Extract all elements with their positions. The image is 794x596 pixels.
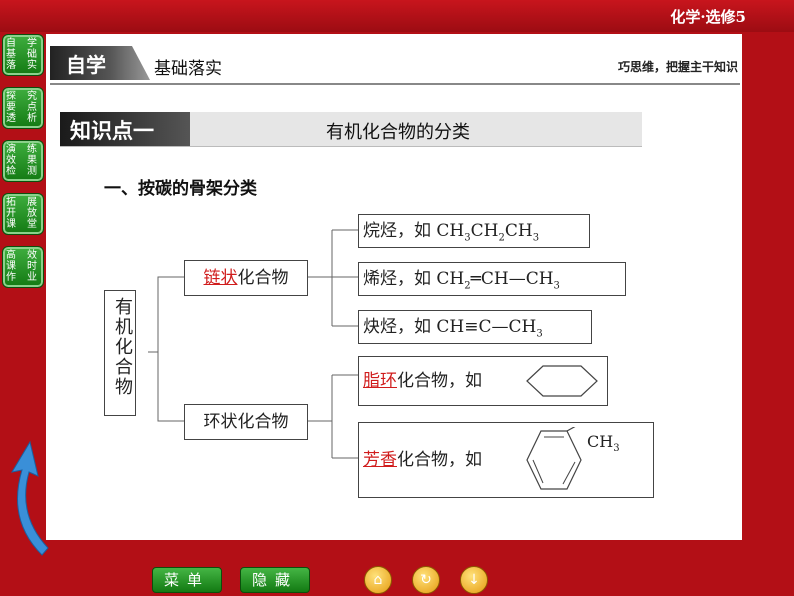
back-arrow-icon [10, 440, 49, 556]
bottom-toolbar: 菜单 隐藏 ⌂ ↻ ↓ [0, 560, 794, 596]
top-bar: 化学·选修5 [0, 0, 794, 32]
toluene-ring-icon [526, 427, 582, 490]
alkyne-node: 炔烃，如 CH≡C—CH3 [358, 310, 592, 344]
nav-char: 要 [6, 102, 16, 113]
nav-char: 高 [6, 250, 16, 261]
nav-char: 拓 [6, 197, 16, 208]
nav-char: 究 [27, 91, 37, 102]
nav-char: 探 [6, 91, 16, 102]
chain-label: 化合物 [237, 268, 289, 288]
nav-char: 效 [27, 250, 37, 261]
content-panel: 自学 基础落实 巧思维，把握主干知识 知识点一 有机化合物的分类 一、按碳的骨架… [46, 34, 742, 540]
nav-char: 果 [27, 155, 37, 166]
alicyclic-red-label: 脂环 [363, 371, 397, 391]
nav-char: 展 [27, 197, 37, 208]
nav-char: 透 [6, 113, 16, 124]
nav-char: 析 [27, 113, 37, 124]
nav-char: 作 [6, 272, 16, 283]
nav-char: 基 [6, 49, 16, 60]
chain-red-label: 链状 [203, 268, 238, 288]
substituent-label: CH [587, 432, 614, 451]
subscript: 3 [536, 328, 543, 340]
nav-char: 练 [27, 144, 37, 155]
formula-part: CH [470, 221, 499, 241]
nav-button-homework[interactable]: 高 效 课 时 作 业 [2, 246, 44, 288]
nav-char: 础 [27, 49, 37, 60]
ring-compound-node: 环状化合物 [184, 404, 308, 440]
subscript: 3 [532, 232, 540, 244]
nav-char: 开 [6, 208, 16, 219]
chain-compound-node: 链状化合物 [184, 260, 308, 296]
nav-char: 业 [27, 272, 37, 283]
nav-char: 堂 [27, 219, 37, 230]
menu-button[interactable]: 菜单 [152, 567, 222, 593]
nav-button-basics[interactable]: 自 学 基 础 落 实 [2, 34, 44, 76]
nav-char: 落 [6, 60, 16, 71]
nav-char: 实 [27, 60, 37, 71]
nav-char: 时 [27, 261, 37, 272]
ring-label: 环状化合物 [203, 412, 289, 432]
nav-char: 自 [6, 38, 16, 49]
nav-char: 演 [6, 144, 16, 155]
nav-char: 点 [27, 102, 37, 113]
subscript: 3 [553, 280, 560, 292]
aromatic-label: 化合物，如 [397, 450, 482, 470]
alkane-label: 烷烃，如 CH [363, 221, 465, 241]
hide-button[interactable]: 隐藏 [240, 567, 310, 593]
cyclohexane-icon [526, 365, 598, 397]
nav-char: 学 [27, 38, 37, 49]
alkane-node: 烷烃，如 CH3CH2CH3 [358, 214, 590, 248]
methyl-substituent: CH3 [587, 405, 620, 486]
nav-button-extension[interactable]: 拓 展 开 放 课 堂 [2, 193, 44, 235]
aromatic-red-label: 芳香 [363, 450, 397, 470]
subscript: 3 [613, 443, 620, 455]
alkyne-label: 炔烃，如 CH≡C—CH [363, 317, 537, 337]
nav-char: 检 [6, 166, 16, 177]
alkene-node: 烯烃，如 CH2═CH—CH3 [358, 262, 626, 296]
formula-part: CH [504, 221, 533, 241]
left-nav: 自 学 基 础 落 实 探 究 要 点 透 析 演 练 效 果 检 测 拓 展 … [2, 34, 44, 299]
aromatic-node: 芳香化合物，如 CH3 [358, 422, 654, 498]
alkene-label: 烯烃，如 CH [363, 269, 465, 289]
home-icon[interactable]: ⌂ [364, 566, 392, 594]
nav-button-explore[interactable]: 探 究 要 点 透 析 [2, 87, 44, 129]
nav-char: 放 [27, 208, 37, 219]
alicyclic-node: 脂环化合物，如 [358, 356, 608, 406]
alicyclic-label: 化合物，如 [397, 371, 482, 391]
nav-char: 效 [6, 155, 16, 166]
nav-char: 课 [6, 261, 16, 272]
root-node-label: 有机化合物 [112, 297, 133, 397]
root-node: 有机化合物 [104, 290, 136, 416]
nav-char: 课 [6, 219, 16, 230]
nav-char: 测 [27, 166, 37, 177]
nav-button-practice[interactable]: 演 练 效 果 检 测 [2, 140, 44, 182]
course-title: 化学·选修5 [670, 8, 746, 26]
download-arrow-icon[interactable]: ↓ [460, 566, 488, 594]
formula-part: ═CH—CH [470, 269, 554, 289]
refresh-icon[interactable]: ↻ [412, 566, 440, 594]
